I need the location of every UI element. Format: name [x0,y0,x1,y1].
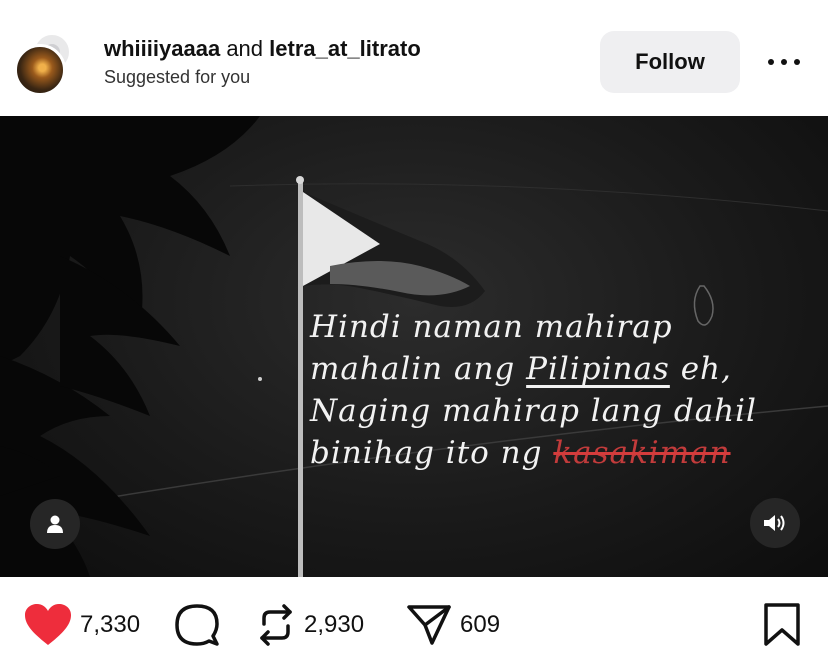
repost-icon[interactable] [256,602,296,648]
caption-text: eh, [680,351,732,387]
repost-action[interactable]: 2,930 [256,601,364,649]
author-names: whiiiiyaaaa and letra_at_litrato [104,36,421,62]
caption-line-3: Naging mahirap lang dahil [310,393,757,429]
avatar[interactable] [14,32,78,96]
more-icon[interactable] [766,52,802,72]
caption-underlined-word: Pilipinas [526,351,670,387]
sound-icon[interactable] [750,498,800,548]
repost-count: 2,930 [304,611,365,638]
author-avatar[interactable] [14,44,66,96]
follow-button[interactable]: Follow [600,31,740,93]
coauthor-username[interactable]: letra_at_litrato [269,36,421,61]
post-header: whiiiiyaaaa and letra_at_litrato Suggest… [0,0,828,116]
caption-text: mahalin ang [310,351,516,387]
user-tag-icon[interactable] [30,499,80,549]
comment-action[interactable] [174,601,220,649]
heart-icon[interactable] [24,603,72,647]
caption-line-2: mahalin ang Pilipinas eh, [310,348,810,390]
caption-line-4: binihag ito ng kasakiman [310,432,810,474]
caption-text: binihag ito ng [310,435,543,471]
caption-struck-word: kasakiman [553,435,731,471]
action-bar: 7,330 2,930 609 [0,577,828,672]
caption-line-1: Hindi naman mahirap [310,309,673,345]
suggested-label: Suggested for you [104,67,251,87]
post-media[interactable]: Hindi naman mahirap mahalin ang Pilipina… [0,116,828,577]
bookmark-icon[interactable] [762,603,802,652]
handwritten-caption: Hindi naman mahirap mahalin ang Pilipina… [310,306,810,474]
author-username[interactable]: whiiiiyaaaa [104,36,220,61]
share-action[interactable]: 609 [406,601,500,649]
share-count: 609 [460,611,501,638]
like-count: 7,330 [80,611,141,638]
share-icon[interactable] [406,603,452,647]
comment-icon[interactable] [174,602,220,648]
like-action[interactable]: 7,330 [24,601,140,649]
and-connector: and [226,36,264,61]
